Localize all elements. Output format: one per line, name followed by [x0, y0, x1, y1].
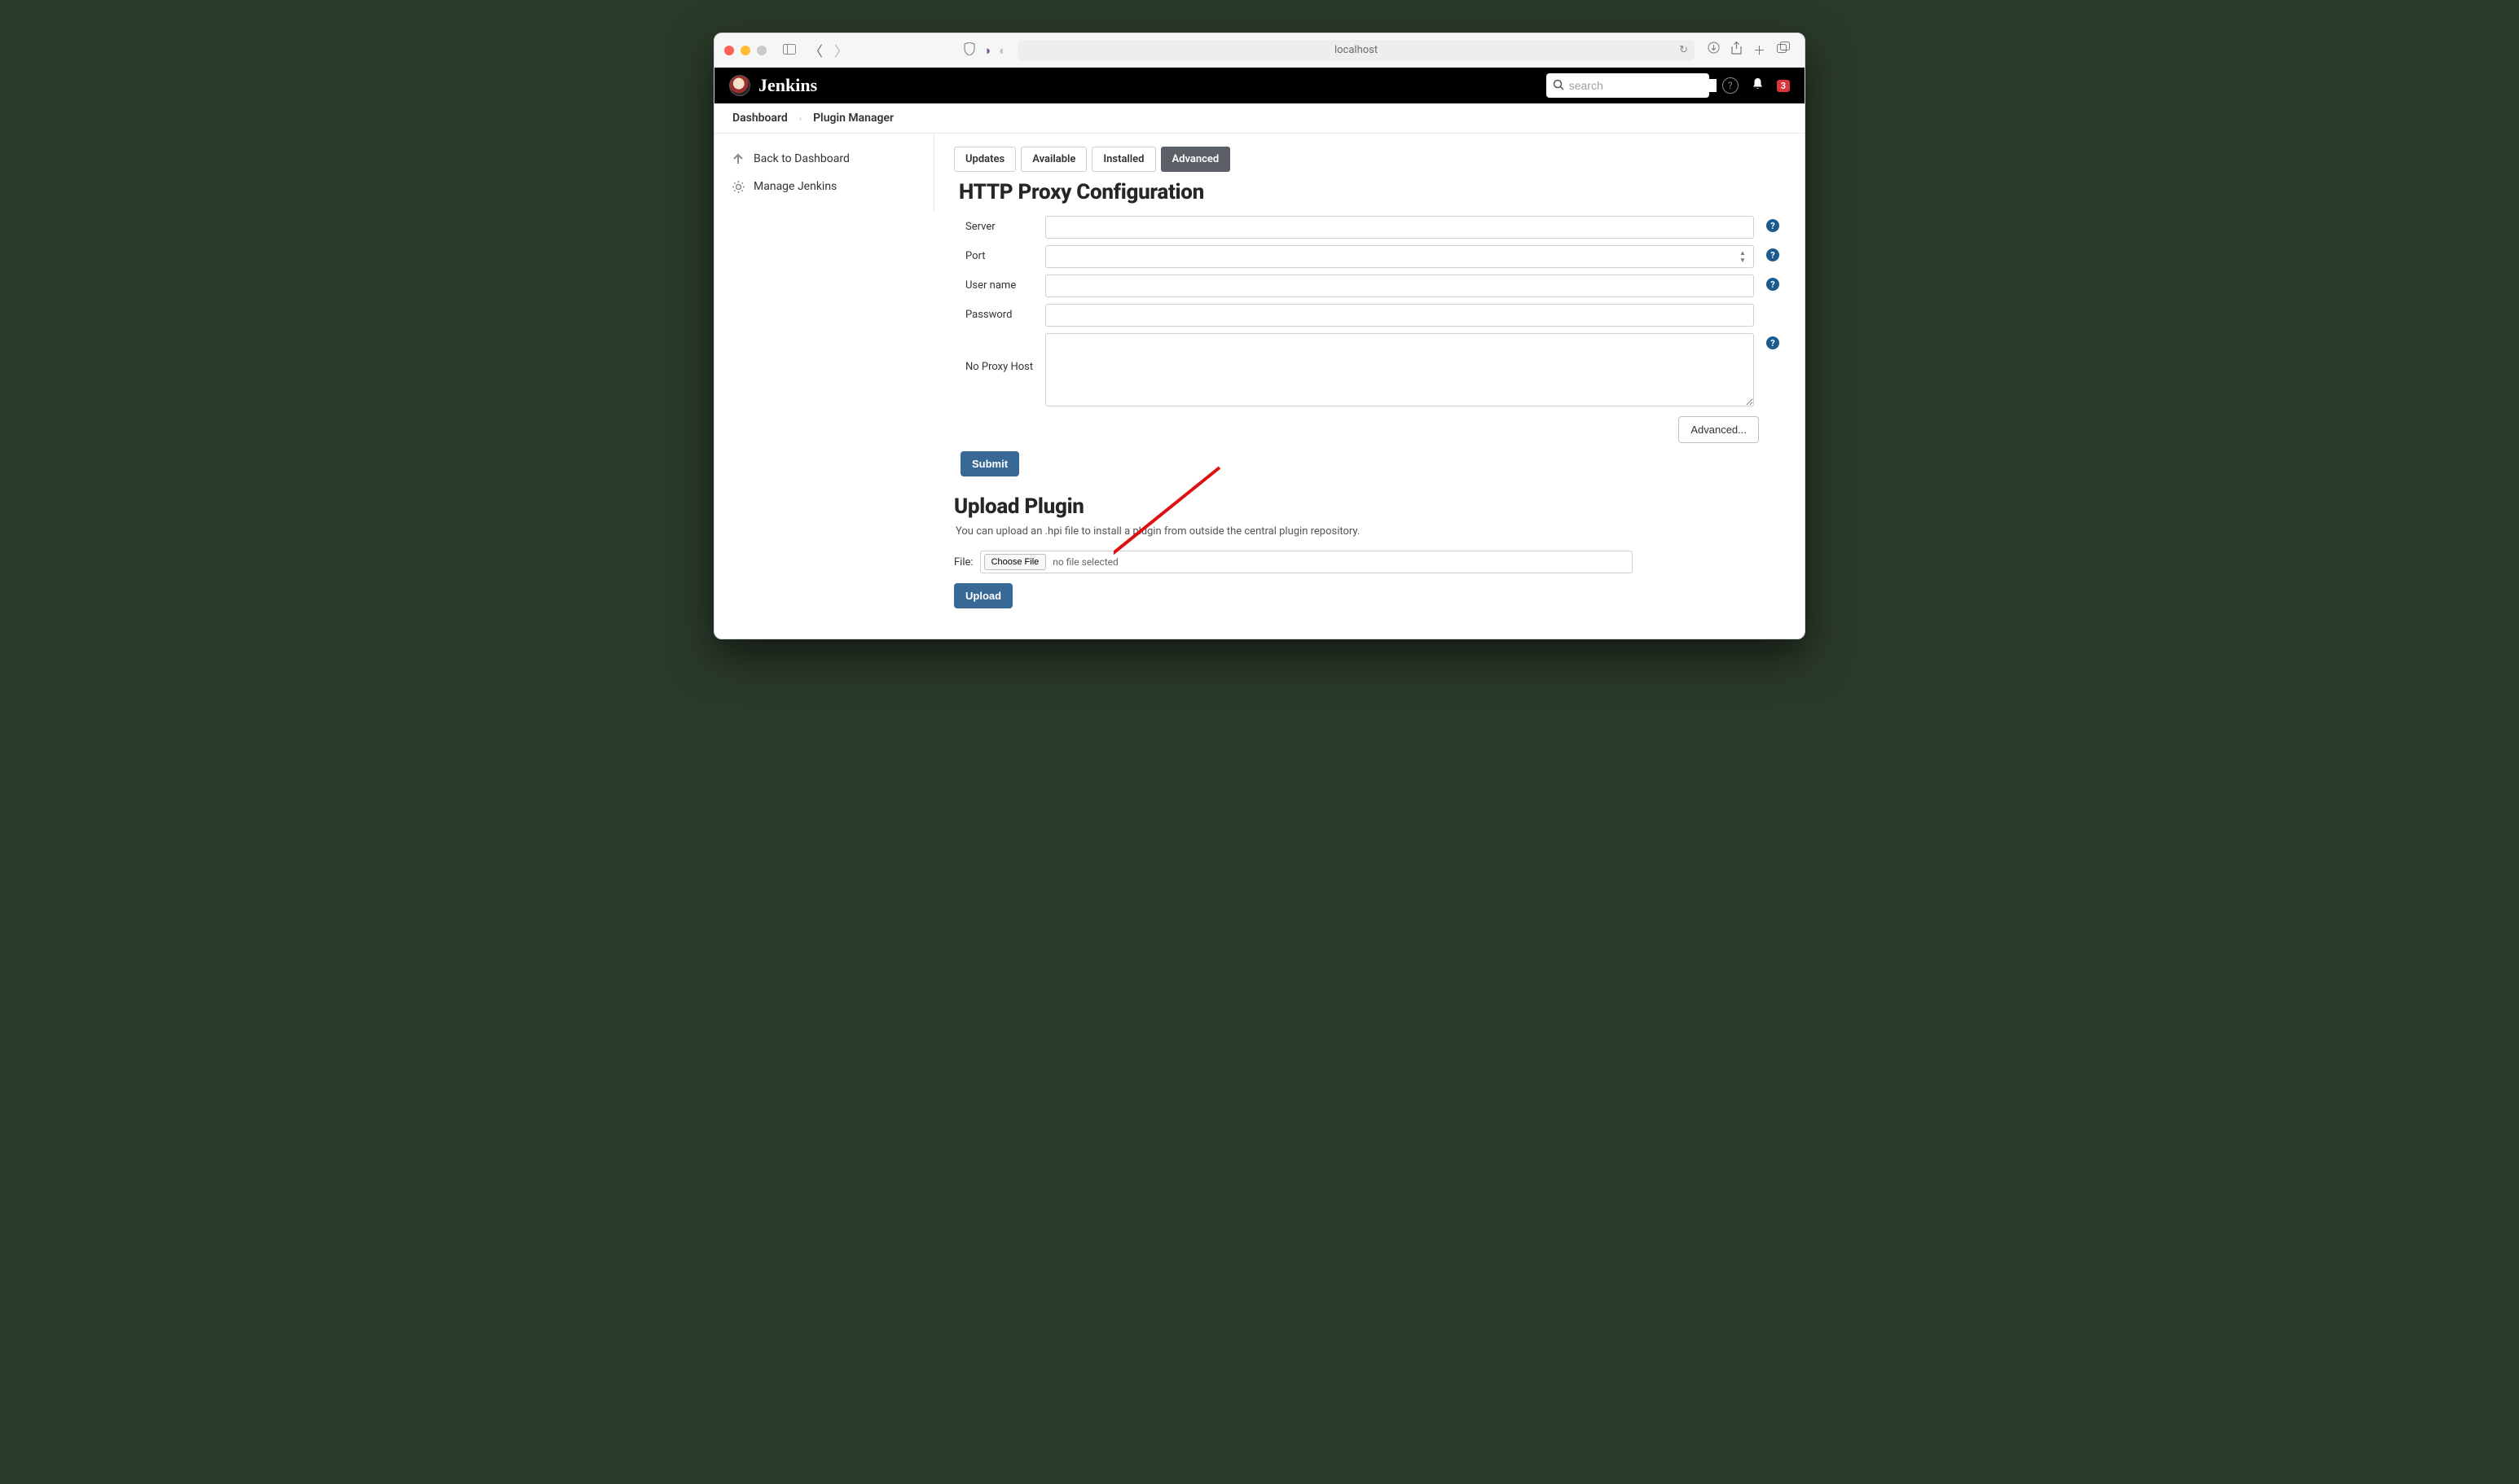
tab-bar: Updates Available Installed Advanced — [954, 147, 1782, 172]
app-header: Jenkins ? 3 — [714, 68, 1805, 103]
upload-description: You can upload an .hpi file to install a… — [956, 525, 1782, 538]
sidebar-item-manage[interactable]: Manage Jenkins — [729, 173, 919, 200]
form-row-username: User name ? — [954, 274, 1782, 297]
minimize-window-icon[interactable] — [741, 46, 750, 55]
sidebar-item-label: Back to Dashboard — [754, 152, 850, 165]
section-title-upload: Upload Plugin — [954, 494, 1782, 519]
sidebar-toggle-icon[interactable] — [780, 41, 799, 59]
submit-button[interactable]: Submit — [961, 451, 1019, 476]
search-input[interactable] — [1569, 79, 1717, 92]
close-window-icon[interactable] — [724, 46, 734, 55]
help-icon[interactable]: ? — [1766, 278, 1779, 291]
chevron-down-icon: ▼ — [1739, 257, 1751, 264]
chevron-up-icon: ▲ — [1739, 250, 1751, 257]
tabs-icon[interactable] — [1777, 42, 1790, 59]
share-icon[interactable] — [1731, 42, 1742, 59]
window-controls — [724, 46, 767, 55]
form-row-noproxy: No Proxy Host ? — [954, 333, 1782, 410]
help-icon[interactable]: ? — [1766, 248, 1779, 261]
tab-advanced[interactable]: Advanced — [1161, 147, 1231, 172]
url-text: localhost — [1334, 44, 1378, 56]
notification-badge[interactable]: 3 — [1777, 80, 1790, 92]
noproxy-input[interactable] — [1045, 333, 1754, 406]
breadcrumb-item[interactable]: Plugin Manager — [813, 112, 894, 125]
port-input[interactable] — [1045, 245, 1754, 268]
form-row-password: Password — [954, 304, 1782, 327]
main-content: Updates Available Installed Advanced HTT… — [934, 134, 1805, 639]
advanced-button[interactable]: Advanced... — [1678, 416, 1759, 443]
username-input[interactable] — [1045, 274, 1754, 297]
brand[interactable]: Jenkins — [729, 75, 817, 96]
tracking-icon[interactable]: ◑ — [983, 43, 991, 58]
help-icon[interactable]: ? — [1766, 219, 1779, 232]
sidebar: Back to Dashboard Manage Jenkins — [714, 134, 934, 212]
search-box[interactable] — [1546, 73, 1709, 98]
privacy-icon[interactable]: ◐ — [999, 43, 1006, 58]
file-input[interactable]: Choose File no file selected — [980, 551, 1633, 573]
tab-available[interactable]: Available — [1021, 147, 1087, 172]
tab-updates[interactable]: Updates — [954, 147, 1016, 172]
label-password: Password — [954, 304, 1035, 321]
chevron-right-icon: › — [799, 113, 802, 124]
file-label: File: — [954, 556, 974, 569]
maximize-window-icon[interactable] — [757, 46, 767, 55]
breadcrumb: Dashboard › Plugin Manager — [714, 103, 1805, 134]
nav-back-icon[interactable]: 〈 — [807, 40, 824, 60]
header-right: ? 3 — [1546, 73, 1790, 98]
sidebar-item-back[interactable]: Back to Dashboard — [729, 145, 919, 173]
shield-icon[interactable] — [964, 42, 975, 59]
label-port: Port — [954, 245, 1035, 262]
search-icon — [1553, 78, 1564, 94]
jenkins-logo-icon — [729, 75, 750, 96]
label-noproxy: No Proxy Host — [954, 333, 1035, 373]
page-body: Back to Dashboard Manage Jenkins Updates… — [714, 134, 1805, 639]
new-tab-icon[interactable]: ＋ — [1753, 42, 1765, 59]
browser-toolbar-right: ＋ — [1703, 42, 1795, 59]
password-input[interactable] — [1045, 304, 1754, 327]
server-input[interactable] — [1045, 216, 1754, 239]
help-icon[interactable]: ? — [1722, 77, 1739, 94]
arrow-up-icon — [731, 151, 745, 166]
browser-chrome: 〈 〉 ◑ ◐ localhost ↻ ＋ — [714, 33, 1805, 68]
gear-icon — [731, 179, 745, 194]
bell-icon[interactable] — [1752, 77, 1764, 94]
browser-security-icons: ◑ ◐ — [964, 42, 1006, 59]
section-title-proxy: HTTP Proxy Configuration — [959, 180, 1782, 204]
browser-window: 〈 〉 ◑ ◐ localhost ↻ ＋ — [714, 33, 1805, 639]
file-status: no file selected — [1053, 556, 1119, 568]
choose-file-button[interactable]: Choose File — [984, 554, 1047, 570]
address-bar[interactable]: localhost ↻ — [1018, 40, 1695, 61]
breadcrumb-item[interactable]: Dashboard — [732, 112, 788, 125]
form-row-server: Server ? — [954, 216, 1782, 239]
label-username: User name — [954, 274, 1035, 292]
downloads-icon[interactable] — [1708, 42, 1720, 59]
form-row-port: Port ▲▼ ? — [954, 245, 1782, 268]
file-row: File: Choose File no file selected — [954, 551, 1633, 573]
brand-title: Jenkins — [758, 75, 817, 96]
sidebar-wrap: Back to Dashboard Manage Jenkins — [714, 134, 934, 639]
tab-installed[interactable]: Installed — [1092, 147, 1155, 172]
nav-forward-icon[interactable]: 〉 — [833, 40, 850, 60]
upload-button[interactable]: Upload — [954, 583, 1013, 608]
label-server: Server — [954, 216, 1035, 233]
help-icon[interactable]: ? — [1766, 336, 1779, 349]
reload-icon[interactable]: ↻ — [1679, 44, 1688, 56]
sidebar-item-label: Manage Jenkins — [754, 180, 837, 193]
port-stepper[interactable]: ▲▼ — [1739, 248, 1751, 266]
